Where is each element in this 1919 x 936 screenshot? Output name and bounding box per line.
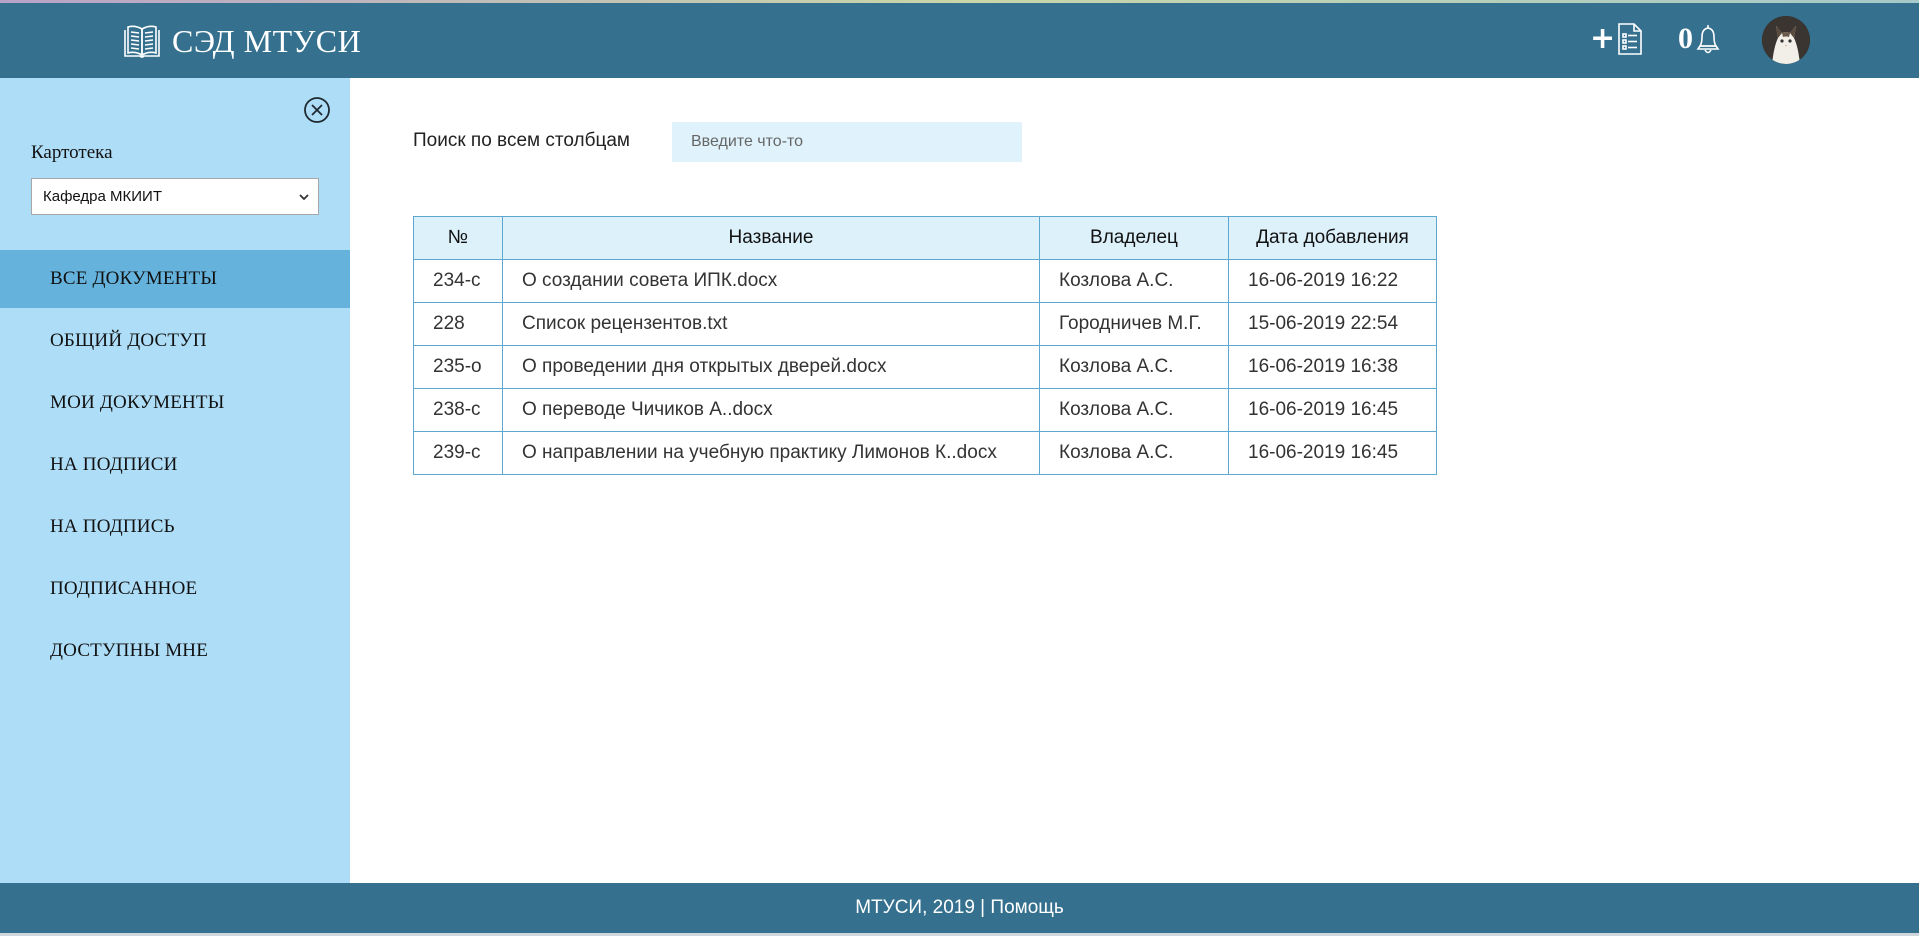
- plus-icon: +: [1590, 21, 1616, 56]
- sidebar: Картотека Кафедра МКИИТ ВСЕ ДОКУМЕНТЫ ОБ…: [0, 78, 350, 883]
- sidebar-item-all-documents[interactable]: ВСЕ ДОКУМЕНТЫ: [0, 250, 350, 308]
- app-title: СЭД МТУСИ: [172, 22, 362, 59]
- app-header: СЭД МТУСИ + 0: [0, 3, 1919, 78]
- cell-number: 234-с: [413, 259, 503, 303]
- sidebar-item-available-to-me[interactable]: ДОСТУПНЫ МНЕ: [0, 622, 350, 680]
- table-header-row: № Название Владелец Дата добавления: [413, 216, 1437, 260]
- book-icon: [124, 25, 160, 58]
- column-header-date-added[interactable]: Дата добавления: [1228, 216, 1437, 260]
- footer-separator: |: [974, 897, 991, 918]
- chevron-down-icon: [299, 194, 309, 201]
- cell-title[interactable]: О направлении на учебную практику Лимоно…: [502, 431, 1040, 475]
- help-link[interactable]: Помощь: [990, 897, 1063, 919]
- cell-title[interactable]: О создании совета ИПК.docx: [502, 259, 1040, 303]
- notifications-button[interactable]: 0: [1678, 22, 1721, 56]
- column-header-owner[interactable]: Владелец: [1039, 216, 1229, 260]
- cell-owner: Козлова А.С.: [1039, 431, 1229, 475]
- cell-owner: Козлова А.С.: [1039, 345, 1229, 389]
- cell-title[interactable]: Список рецензентов.txt: [502, 302, 1040, 346]
- cell-date-added: 15-06-2019 22:54: [1228, 302, 1437, 346]
- sidebar-item-to-sign[interactable]: НА ПОДПИСЬ: [0, 498, 350, 556]
- search-label: Поиск по всем столбцам: [413, 130, 630, 151]
- cell-date-added: 16-06-2019 16:45: [1228, 431, 1437, 475]
- documents-table: № Название Владелец Дата добавления 234-…: [413, 216, 1437, 475]
- card-index-label: Картотека: [31, 142, 113, 163]
- add-document-icon: [1618, 23, 1642, 55]
- table-row[interactable]: 238-с О переводе Чичиков А..docx Козлова…: [413, 388, 1437, 432]
- sidebar-item-signed[interactable]: ПОДПИСАННОЕ: [0, 560, 350, 618]
- sidebar-item-awaiting-signatures[interactable]: НА ПОДПИСИ: [0, 436, 350, 494]
- user-avatar-image: [1762, 16, 1810, 64]
- cell-date-added: 16-06-2019 16:45: [1228, 388, 1437, 432]
- cell-number: 228: [413, 302, 503, 346]
- sidebar-item-shared-access[interactable]: ОБЩИЙ ДОСТУП: [0, 312, 350, 370]
- table-row[interactable]: 239-с О направлении на учебную практику …: [413, 431, 1437, 475]
- cell-title[interactable]: О переводе Чичиков А..docx: [502, 388, 1040, 432]
- cell-owner: Козлова А.С.: [1039, 259, 1229, 303]
- table-row[interactable]: 228 Список рецензентов.txt Городничев М.…: [413, 302, 1437, 346]
- close-circle-icon[interactable]: [303, 96, 331, 124]
- sidebar-nav: ВСЕ ДОКУМЕНТЫ ОБЩИЙ ДОСТУП МОИ ДОКУМЕНТЫ…: [0, 250, 350, 684]
- card-index-select[interactable]: Кафедра МКИИТ: [31, 178, 319, 215]
- avatar[interactable]: [1762, 16, 1810, 64]
- table-row[interactable]: 235-о О проведении дня открытых дверей.d…: [413, 345, 1437, 389]
- brand-link[interactable]: СЭД МТУСИ: [122, 21, 361, 61]
- cell-owner: Козлова А.С.: [1039, 388, 1229, 432]
- cell-owner: Городничев М.Г.: [1039, 302, 1229, 346]
- cell-number: 239-с: [413, 431, 503, 475]
- bell-icon: [1696, 25, 1720, 54]
- cell-number: 235-о: [413, 345, 503, 389]
- add-document-button[interactable]: +: [1590, 22, 1643, 56]
- cell-number: 238-с: [413, 388, 503, 432]
- cell-date-added: 16-06-2019 16:22: [1228, 259, 1437, 303]
- search-input[interactable]: [672, 122, 1022, 162]
- notifications-count: 0: [1678, 22, 1693, 55]
- sidebar-item-my-documents[interactable]: МОИ ДОКУМЕНТЫ: [0, 374, 350, 432]
- column-header-title[interactable]: Название: [502, 216, 1040, 260]
- table-row[interactable]: 234-с О создании совета ИПК.docx Козлова…: [413, 259, 1437, 303]
- app-footer: МТУСИ, 2019 | Помощь: [0, 883, 1919, 933]
- card-index-selected-value: Кафедра МКИИТ: [43, 188, 162, 205]
- cell-date-added: 16-06-2019 16:38: [1228, 345, 1437, 389]
- column-header-number[interactable]: №: [413, 216, 503, 260]
- footer-copyright: МТУСИ, 2019: [855, 897, 975, 918]
- cell-title[interactable]: О проведении дня открытых дверей.docx: [502, 345, 1040, 389]
